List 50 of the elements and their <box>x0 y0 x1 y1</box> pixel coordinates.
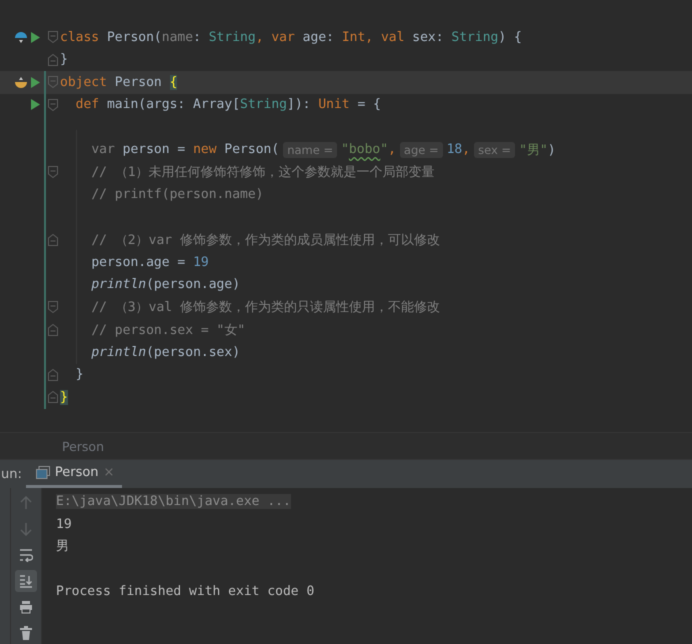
fold-icon[interactable] <box>48 98 58 111</box>
parameter-hint: sex = <box>474 142 516 158</box>
console-window-icon <box>36 466 50 479</box>
console-line: 男 <box>56 539 69 554</box>
code-line: } <box>60 52 68 68</box>
close-icon[interactable]: × <box>104 465 114 480</box>
fold-icon[interactable] <box>48 166 58 178</box>
fold-icon[interactable] <box>48 31 58 44</box>
fold-icon[interactable] <box>48 324 58 336</box>
code-line: println(person.age) <box>91 277 240 292</box>
implemented-icon[interactable] <box>15 76 27 88</box>
parameter-hint: age = <box>400 142 443 158</box>
run-icon[interactable] <box>31 32 40 43</box>
run-icon[interactable] <box>31 99 40 110</box>
code-text: 18, <box>446 142 470 158</box>
code-line: // （2）var 修饰参数，作为类的成员属性使用，可以修改 <box>91 232 440 249</box>
down-arrow-icon <box>19 522 33 536</box>
scroll-to-end-icon <box>19 574 33 588</box>
overridden-icon[interactable] <box>15 32 27 43</box>
printer-icon <box>19 600 33 614</box>
console-line: 19 <box>56 516 72 532</box>
code-text: var person = new Person( <box>91 142 280 158</box>
soft-wrap-icon <box>19 548 33 562</box>
fold-icon[interactable] <box>48 76 58 88</box>
tab-label: Person <box>54 465 99 480</box>
code-line: person.age = 19 <box>91 254 209 270</box>
breadcrumb-item[interactable]: Person <box>62 438 104 454</box>
code-line: println(person.sex) <box>91 344 240 360</box>
fold-icon[interactable] <box>48 54 58 66</box>
code-text: "bobo", <box>341 142 396 158</box>
code-line: // （3）val 修饰参数，作为类的只读属性使用，不能修改 <box>91 299 440 316</box>
code-line: class Person(name: String, var age: Int, val sex: String) { <box>60 30 522 45</box>
code-text: "男") <box>519 142 556 159</box>
up-arrow-icon <box>19 496 33 510</box>
fold-icon[interactable] <box>48 368 58 381</box>
fold-icon[interactable] <box>48 234 58 246</box>
run-label: un: <box>1 466 22 482</box>
toolbar-button[interactable] <box>15 570 37 592</box>
code-line: object Person { <box>60 74 178 90</box>
trash-icon <box>19 626 33 640</box>
code-line: } <box>76 367 84 382</box>
code-line: def main(args: Array[String]): Unit = { <box>76 97 381 112</box>
fold-icon[interactable] <box>48 391 58 404</box>
fold-icon[interactable] <box>48 301 58 314</box>
code-line: // person.sex = "女" <box>91 322 246 339</box>
console-line: Process finished with exit code 0 <box>56 584 314 599</box>
code-line: // printf(person.name) <box>91 187 264 202</box>
parameter-hint: name = <box>283 142 338 158</box>
code-line: // （1）未用任何修饰符修饰，这个参数就是一个局部变量 <box>91 164 435 182</box>
run-icon[interactable] <box>31 76 40 88</box>
